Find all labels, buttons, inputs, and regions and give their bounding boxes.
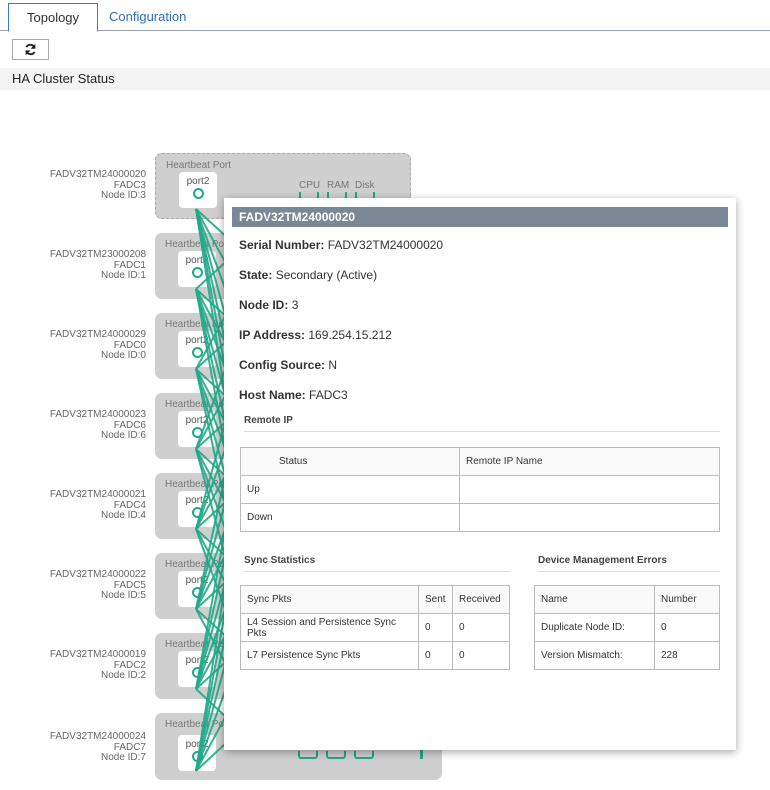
cell: 0 <box>452 641 510 670</box>
field-value: FADV32TM24000020 <box>327 238 444 252</box>
field-row: State: Secondary (Active) <box>239 268 377 282</box>
cell: Version Mismatch: <box>534 641 655 670</box>
field-label: Serial Number: <box>239 238 325 252</box>
cell: L7 Persistence Sync Pkts <box>240 641 419 670</box>
field-row: Config Source: N <box>239 358 337 372</box>
errors-title: Device Management Errors <box>538 555 720 572</box>
cell: L4 Session and Persistence Sync Pkts <box>240 613 419 642</box>
field-row: Serial Number: FADV32TM24000020 <box>239 238 443 252</box>
sync-table: Sync Pkts Sent Received L4 Session and Pers… <box>240 585 510 670</box>
table-row: Down <box>240 503 720 532</box>
popup-title: FADV32TM24000020 <box>232 207 728 227</box>
col-header: Sync Pkts <box>240 585 419 614</box>
remote-ip-title: Remote IP <box>244 415 720 432</box>
field-label: State: <box>239 268 273 282</box>
field-row: Host Name: FADC3 <box>239 388 348 402</box>
field-label: Node ID: <box>239 298 289 312</box>
errors-table: Name Number Duplicate Node ID: 0 Version Mis… <box>534 585 720 670</box>
cell: 0 <box>418 641 453 670</box>
table-row: L4 Session and Persistence Sync Pkts 0 0 <box>240 613 510 642</box>
field-value: 3 <box>291 298 299 312</box>
cell: 0 <box>418 613 453 642</box>
table-row: Duplicate Node ID: 0 <box>534 613 720 642</box>
cell: 0 <box>654 613 720 642</box>
field-value: N <box>328 358 338 372</box>
table-row: L7 Persistence Sync Pkts 0 0 <box>240 641 510 670</box>
sync-title: Sync Statistics <box>244 555 510 572</box>
field-label: Config Source: <box>239 358 325 372</box>
col-header: Number <box>654 585 720 614</box>
remote-ip-table: Status Remote IP Name Up Down <box>240 447 720 532</box>
table-row: Version Mismatch: 228 <box>534 641 720 670</box>
cell: Down <box>240 503 460 532</box>
cell <box>459 475 720 504</box>
node-detail-popup: FADV32TM24000020 Serial Number: FADV32TM… <box>224 198 736 750</box>
field-value: Secondary (Active) <box>275 268 378 282</box>
col-header: Received <box>452 585 510 614</box>
field-label: IP Address: <box>239 328 306 342</box>
col-header: Name <box>534 585 655 614</box>
field-row: Node ID: 3 <box>239 298 298 312</box>
cell: 228 <box>654 641 720 670</box>
cell: 0 <box>452 613 510 642</box>
col-remote-ip-name: Remote IP Name <box>459 447 720 476</box>
cell: Duplicate Node ID: <box>534 613 655 642</box>
col-header: Sent <box>418 585 453 614</box>
field-value: FADC3 <box>309 388 348 402</box>
col-status: Status <box>240 447 460 476</box>
table-row: Up <box>240 475 720 504</box>
field-label: Host Name: <box>239 388 306 402</box>
cell: Up <box>240 475 460 504</box>
field-row: IP Address: 169.254.15.212 <box>239 328 392 342</box>
field-value: 169.254.15.212 <box>308 328 392 342</box>
cell <box>459 503 720 532</box>
